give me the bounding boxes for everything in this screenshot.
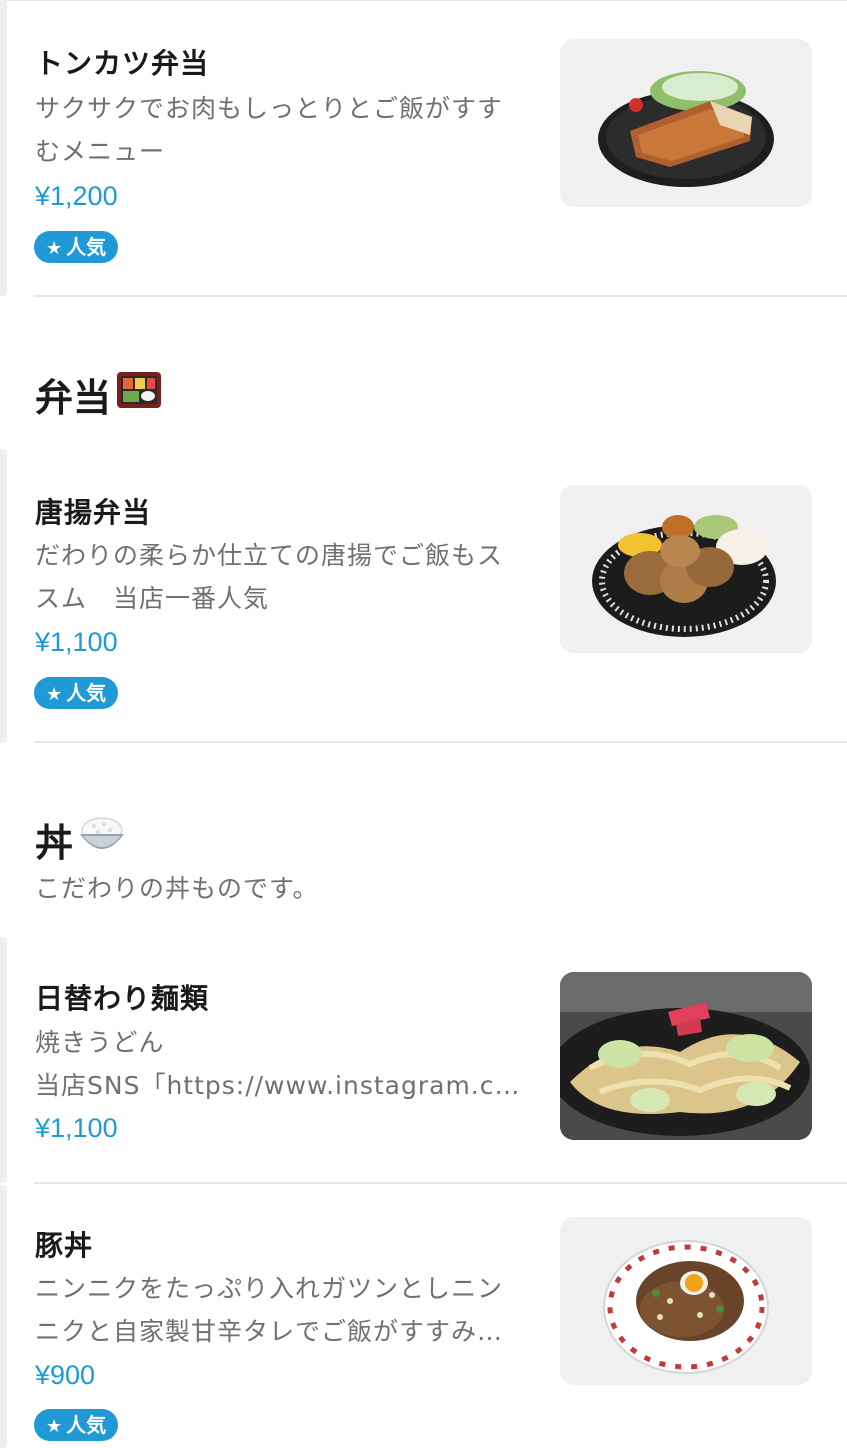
item-description: だわりの柔らか仕立ての唐揚でご飯もス スム 当店一番人気	[35, 534, 535, 620]
tonkatsu-photo[interactable]	[560, 39, 812, 207]
menu-item[interactable]: 日替わり麺類 焼きうどん 当店SNS「https://www.instagram…	[0, 937, 847, 1183]
item-description-line: ニクと自家製甘辛タレでご飯がすすみ…	[35, 1317, 504, 1346]
star-icon: ★	[46, 1416, 63, 1437]
item-price: ¥1,200	[35, 181, 118, 211]
item-description-line: スム 当店一番人気	[35, 584, 270, 613]
item-price: ¥1,100	[35, 627, 118, 657]
menu-item[interactable]: 豚丼 ニンニクをたっぷり入れガツンとしニン ニクと自家製甘辛タレでご飯がすすみ……	[0, 1185, 847, 1448]
rice-bowl-icon	[77, 812, 127, 867]
item-description-line: サクサクでお肉もしっとりとご飯がすす	[35, 94, 504, 123]
butadon-photo[interactable]	[560, 1217, 812, 1385]
item-divider	[34, 295, 847, 297]
popular-badge: ★ 人気	[34, 677, 119, 709]
item-divider	[34, 1182, 847, 1184]
popular-badge: ★ 人気	[34, 1409, 119, 1441]
menu-item[interactable]: トンカツ弁当 サクサクでお肉もしっとりとご飯がすす むメニュー ¥1,200 ★…	[0, 0, 847, 296]
item-left-bar	[0, 0, 7, 296]
item-name: 日替わり麺類	[35, 982, 210, 1015]
item-description-line: 当店SNS「https://www.instagram.co…	[35, 1071, 535, 1100]
item-description-line: むメニュー	[35, 137, 166, 166]
section-description: こだわりの丼ものです。	[35, 874, 319, 903]
section-title-text: 丼	[35, 821, 74, 865]
item-left-bar	[0, 937, 7, 1183]
item-description: サクサクでお肉もしっとりとご飯がすす むメニュー	[35, 87, 535, 173]
item-name: トンカツ弁当	[35, 47, 210, 80]
popular-badge-label: 人気	[66, 235, 107, 259]
star-icon: ★	[46, 684, 63, 705]
item-description-line: ニンニクをたっぷり入れガツンとしニン	[35, 1274, 504, 1303]
item-name: 豚丼	[35, 1229, 94, 1262]
item-divider	[34, 741, 847, 743]
popular-badge-label: 人気	[66, 681, 107, 705]
popular-badge: ★ 人気	[34, 231, 119, 263]
item-price: ¥1,100	[35, 1113, 118, 1143]
section-title: 丼	[35, 812, 127, 867]
item-left-bar	[0, 449, 7, 743]
yakiudon-photo[interactable]	[560, 972, 812, 1140]
item-price: ¥900	[35, 1360, 96, 1390]
item-description-line: だわりの柔らか仕立ての唐揚でご飯もス	[35, 541, 504, 570]
karaage-photo[interactable]	[560, 485, 812, 653]
item-description: ニンニクをたっぷり入れガツンとしニン ニクと自家製甘辛タレでご飯がすすみ…	[35, 1267, 535, 1353]
menu-item[interactable]: 唐揚弁当 だわりの柔らか仕立ての唐揚でご飯もス スム 当店一番人気 ¥1,100…	[0, 449, 847, 743]
item-description: 焼きうどん 当店SNS「https://www.instagram.co…	[35, 1021, 535, 1107]
bento-box-icon	[115, 368, 163, 421]
popular-badge-label: 人気	[66, 1413, 107, 1437]
item-description-line: 焼きうどん	[35, 1028, 165, 1057]
section-title-text: 弁当	[35, 376, 112, 420]
star-icon: ★	[46, 238, 63, 259]
item-left-bar	[0, 1185, 7, 1448]
item-name: 唐揚弁当	[35, 496, 152, 529]
section-title: 弁当	[35, 367, 163, 422]
